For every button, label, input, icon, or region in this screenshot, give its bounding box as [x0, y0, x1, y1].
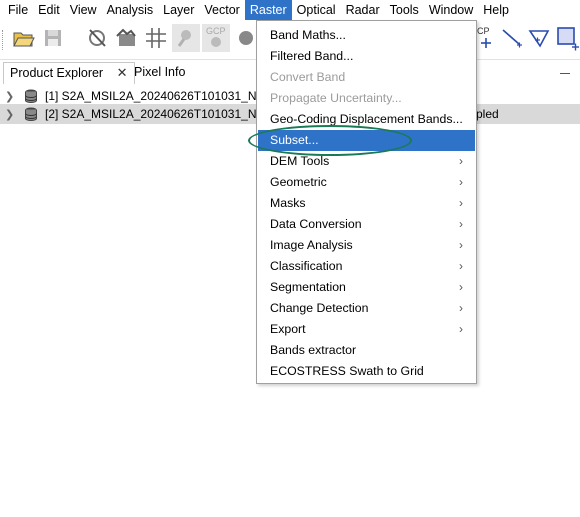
close-icon[interactable]: ✕: [117, 65, 128, 80]
open-product-icon[interactable]: [10, 24, 38, 52]
chevron-right-icon[interactable]: ❯: [5, 90, 19, 103]
toolbar-grip[interactable]: [2, 30, 5, 50]
tab-pixel-info-label: Pixel Info: [134, 65, 186, 79]
database-icon: [25, 107, 37, 122]
tab-product-explorer-label: Product Explorer: [10, 66, 104, 80]
menu-item-bands-extractor[interactable]: Bands extractor: [258, 340, 475, 361]
layer-manager-icon[interactable]: [112, 24, 140, 52]
tab-product-explorer[interactable]: Product Explorer ✕: [3, 62, 135, 84]
product-name: [2] S2A_MSIL2A_20240626T101031_N051: [45, 107, 277, 121]
tab-pixel-info[interactable]: Pixel Info: [128, 62, 191, 84]
menu-raster[interactable]: Raster: [244, 0, 292, 20]
menu-item-image-analysis[interactable]: Image Analysis ›: [258, 235, 475, 256]
submenu-arrow-icon: ›: [459, 322, 463, 336]
pin-manager-icon[interactable]: [172, 24, 200, 52]
product-name: [1] S2A_MSIL2A_20240626T101031_N051: [45, 89, 277, 103]
chevron-right-icon[interactable]: ❯: [5, 108, 19, 121]
menu-item-geometric[interactable]: Geometric ›: [258, 172, 475, 193]
gcp-label: GCP: [206, 26, 226, 36]
submenu-arrow-icon: ›: [459, 238, 463, 252]
rectangle-draw-icon[interactable]: [554, 24, 580, 52]
menu-help[interactable]: Help: [478, 0, 514, 20]
graticule-icon[interactable]: [142, 24, 170, 52]
menu-item-filtered-band[interactable]: Filtered Band...: [258, 46, 475, 67]
submenu-arrow-icon: ›: [459, 280, 463, 294]
menu-item-classification[interactable]: Classification ›: [258, 256, 475, 277]
menu-item-convert-band[interactable]: Convert Band: [258, 67, 475, 88]
menu-file[interactable]: File: [3, 0, 33, 20]
menu-item-change-detection[interactable]: Change Detection ›: [258, 298, 475, 319]
submenu-arrow-icon: ›: [459, 259, 463, 273]
menu-vector[interactable]: Vector: [199, 0, 244, 20]
menu-item-export[interactable]: Export ›: [258, 319, 475, 340]
menu-item-subset[interactable]: Subset...: [258, 130, 475, 151]
gcp-label-right: CP: [477, 26, 490, 36]
product-name-suffix: pled: [476, 107, 499, 121]
raster-menu: Band Maths... Filtered Band... Convert B…: [256, 20, 477, 384]
submenu-arrow-icon: ›: [459, 301, 463, 315]
submenu-arrow-icon: ›: [459, 196, 463, 210]
no-data-mask-icon[interactable]: [84, 24, 112, 52]
menu-item-band-maths[interactable]: Band Maths...: [258, 25, 475, 46]
menu-analysis[interactable]: Analysis: [102, 0, 159, 20]
menu-tools[interactable]: Tools: [385, 0, 424, 20]
menubar: File Edit View Analysis Layer Vector Ras…: [0, 0, 580, 20]
submenu-arrow-icon: ›: [459, 175, 463, 189]
database-icon: [25, 89, 37, 104]
submenu-arrow-icon: ›: [459, 154, 463, 168]
submenu-arrow-icon: ›: [459, 217, 463, 231]
polygon-draw-icon[interactable]: [526, 24, 554, 52]
save-product-icon[interactable]: [40, 24, 68, 52]
menu-item-data-conversion[interactable]: Data Conversion ›: [258, 214, 475, 235]
menu-edit[interactable]: Edit: [33, 0, 65, 20]
menu-layer[interactable]: Layer: [158, 0, 199, 20]
menu-item-segmentation[interactable]: Segmentation ›: [258, 277, 475, 298]
menu-radar[interactable]: Radar: [341, 0, 385, 20]
menu-window[interactable]: Window: [424, 0, 478, 20]
menu-item-ecostress-swath-to-grid[interactable]: ECOSTRESS Swath to Grid: [258, 361, 475, 382]
minimize-icon[interactable]: [560, 64, 570, 74]
app-window: File Edit View Analysis Layer Vector Ras…: [0, 0, 580, 517]
menu-item-geo-coding-displacement[interactable]: Geo-Coding Displacement Bands...: [258, 109, 475, 130]
menu-item-masks[interactable]: Masks ›: [258, 193, 475, 214]
menu-optical[interactable]: Optical: [292, 0, 341, 20]
gcp-manager-icon[interactable]: GCP: [202, 24, 230, 52]
menu-view[interactable]: View: [65, 0, 102, 20]
menu-item-propagate-uncertainty[interactable]: Propagate Uncertainty...: [258, 88, 475, 109]
menu-item-dem-tools[interactable]: DEM Tools ›: [258, 151, 475, 172]
line-draw-icon[interactable]: [498, 24, 526, 52]
